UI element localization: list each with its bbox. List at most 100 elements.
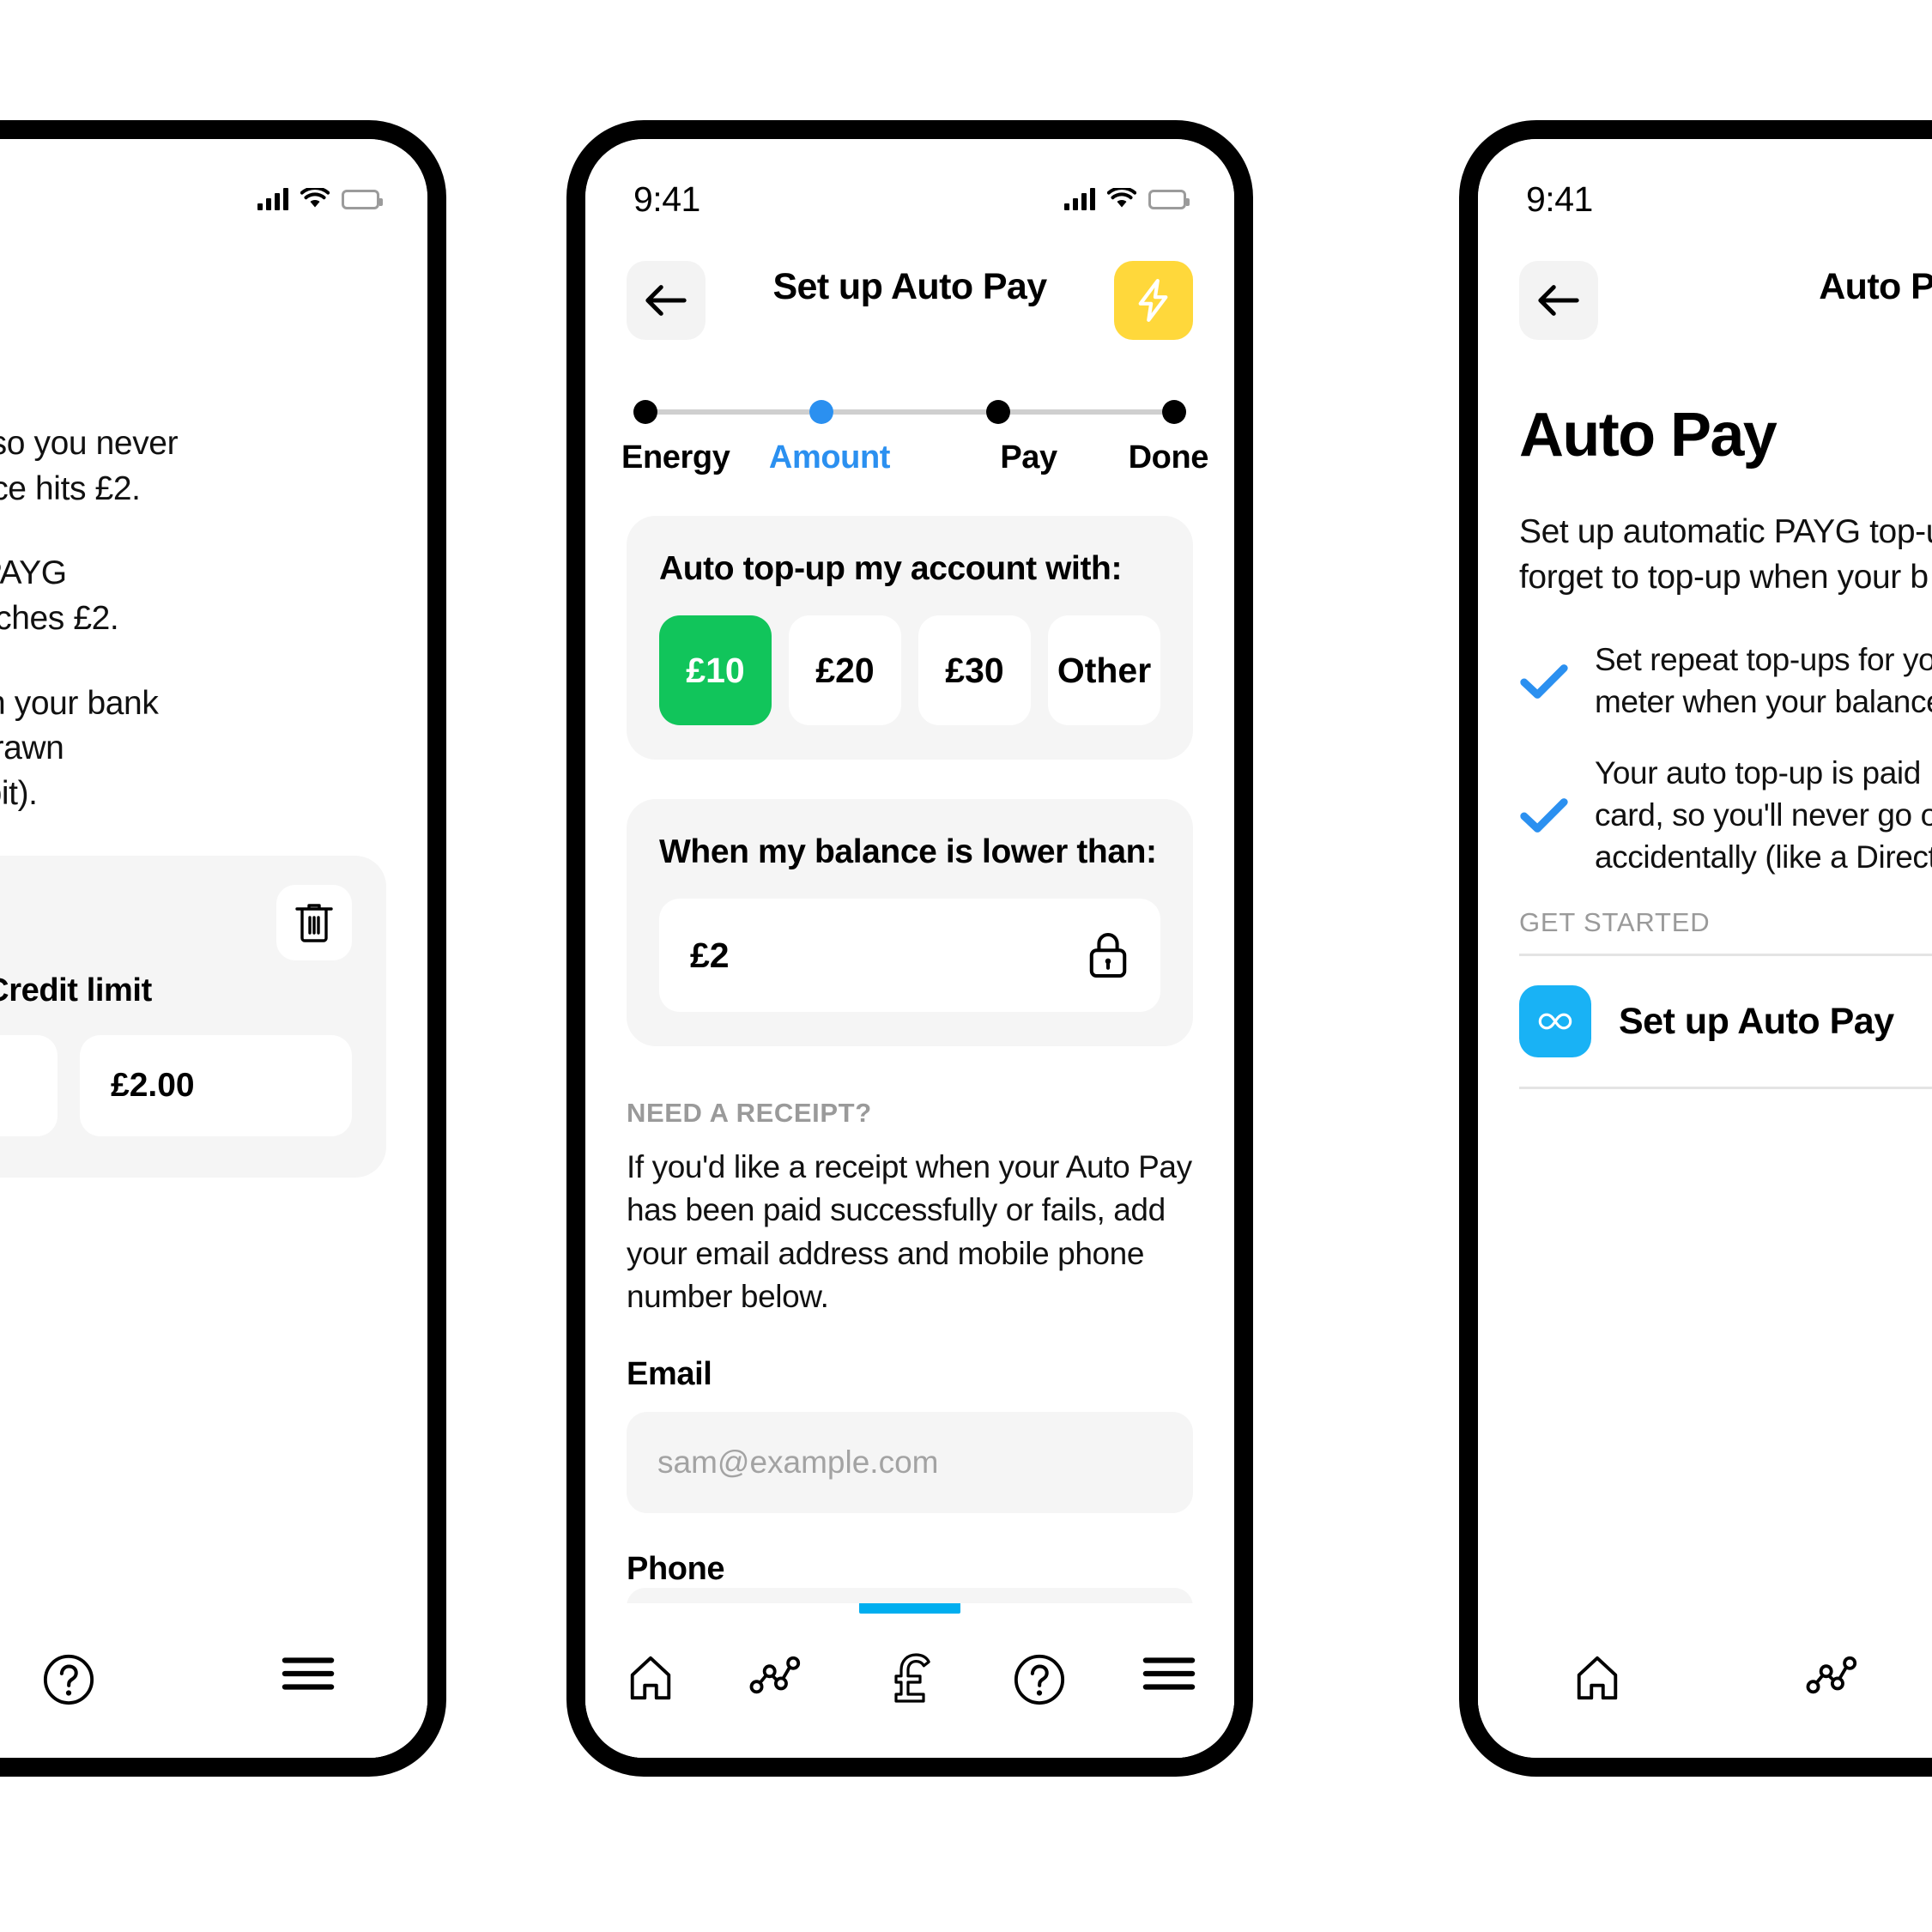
tab-help[interactable] <box>975 1603 1105 1758</box>
step-line-2 <box>833 409 986 415</box>
battery-icon <box>1148 189 1190 209</box>
active-tab-indicator <box>859 1603 960 1614</box>
status-time: 9:41 <box>633 179 700 219</box>
step-dot-pay[interactable] <box>985 400 1010 424</box>
status-bar: 9:41 <box>1478 139 1932 233</box>
back-arrow-icon <box>1538 285 1579 316</box>
phone-left-screen: Auto Pay c PAYG top-ups so you never whe… <box>0 139 427 1758</box>
checkmark-icon <box>1520 798 1568 833</box>
pound-icon <box>894 1653 930 1703</box>
list-item: Set repeat top-ups for yo meter when you… <box>1519 639 1932 724</box>
nav-bar: Set up Auto Pay <box>585 233 1234 354</box>
credit-limit-card: Credit limit £2.00 <box>0 856 386 1178</box>
phone-right: 9:41 Auto Pay Auto Pay Set up automatic … <box>1459 120 1932 1777</box>
amount-option-20[interactable]: £20 <box>789 615 901 725</box>
topup-amount-panel: Auto top-up my account with: £10 £20 £30… <box>627 516 1193 760</box>
tab-usage[interactable] <box>1717 1603 1932 1758</box>
credit-limit-fields: £2.00 <box>0 1035 352 1137</box>
left-content: c PAYG top-ups so you never when your ba… <box>0 336 427 1178</box>
threshold-field[interactable]: £2 <box>659 899 1160 1012</box>
checkmark-icon <box>1520 664 1568 700</box>
stepper-dots <box>633 400 1186 424</box>
threshold-panel: When my balance is lower than: £2 <box>627 799 1193 1046</box>
hamburger-menu-icon <box>1143 1657 1196 1690</box>
setup-auto-pay-label: Set up Auto Pay <box>1619 1000 1894 1042</box>
back-button[interactable] <box>627 261 706 340</box>
boost-button[interactable] <box>1114 261 1193 340</box>
home-icon <box>630 1656 670 1700</box>
battery-icon <box>342 189 383 209</box>
tab-home[interactable] <box>585 1603 715 1758</box>
home-icon <box>1578 1656 1618 1700</box>
lock-icon <box>1089 933 1127 978</box>
credit-limit-label: Credit limit <box>0 972 152 1009</box>
middle-content: Auto top-up my account with: £10 £20 £30… <box>585 516 1234 1709</box>
amount-option-30[interactable]: £30 <box>918 615 1031 725</box>
cellular-signal-icon <box>257 188 288 210</box>
nav-title: Auto Pay <box>1819 265 1932 307</box>
phone-middle-screen: 9:41 Set up Auto Pay Energy Amount Pay D… <box>585 139 1234 1758</box>
step-line-1 <box>657 409 810 415</box>
list-item-text: Set repeat top-ups for yo meter when you… <box>1595 642 1932 720</box>
intro-text: Set up automatic PAYG top-u forget to to… <box>1519 513 1932 596</box>
delete-button[interactable] <box>276 885 352 961</box>
step-label-pay: Pay <box>1000 439 1057 475</box>
amount-option-10[interactable]: £10 <box>659 615 772 725</box>
step-label-done: Done <box>1128 439 1209 475</box>
amount-option-other[interactable]: Other <box>1048 615 1160 725</box>
nav-bar: Auto Pay <box>1478 233 1932 354</box>
tab-help[interactable] <box>0 1603 188 1758</box>
bottom-tab-bar <box>0 1603 427 1758</box>
bottom-tab-bar <box>1478 1603 1932 1758</box>
threshold-value: £2 <box>690 935 730 975</box>
back-button[interactable] <box>1519 261 1598 340</box>
cellular-signal-icon <box>1064 188 1095 210</box>
screenshot-stage: Auto Pay c PAYG top-ups so you never whe… <box>0 0 1932 1932</box>
bottom-tab-bar <box>585 1603 1234 1758</box>
email-input[interactable] <box>627 1412 1193 1514</box>
back-arrow-icon <box>645 285 687 316</box>
tab-pound[interactable] <box>845 1603 974 1758</box>
usage-chart-icon <box>1806 1656 1857 1694</box>
phone-middle: 9:41 Set up Auto Pay Energy Amount Pay D… <box>566 120 1253 1777</box>
tab-menu[interactable] <box>188 1603 427 1758</box>
infinity-icon <box>1519 985 1591 1058</box>
step-dot-energy[interactable] <box>633 400 657 424</box>
step-label-amount: Amount <box>768 439 891 475</box>
tab-usage[interactable] <box>715 1603 845 1758</box>
status-time: 9:41 <box>1526 179 1593 219</box>
paragraph-3: op-up is paid with your bank ll never go… <box>0 684 159 812</box>
step-line-3 <box>1009 409 1162 415</box>
question-circle-icon <box>1014 1654 1065 1705</box>
section-eyebrow: GET STARTED <box>1519 907 1711 938</box>
question-circle-icon <box>43 1654 94 1705</box>
credit-limit-field-partial[interactable] <box>0 1035 58 1137</box>
setup-auto-pay-row[interactable]: Set up Auto Pay <box>1519 956 1932 1090</box>
right-content: Auto Pay Set up automatic PAYG top-u for… <box>1478 354 1932 1090</box>
phone-label: Phone <box>627 1551 725 1588</box>
email-label: Email <box>627 1356 712 1393</box>
credit-limit-value[interactable]: £2.00 <box>80 1035 352 1137</box>
step-dot-done[interactable] <box>1161 400 1186 424</box>
list-item: Your auto top-up is paid card, so you'll… <box>1519 753 1932 878</box>
page-heading: Auto Pay <box>1519 401 1778 469</box>
usage-chart-icon <box>749 1656 800 1694</box>
wifi-icon <box>1107 188 1136 208</box>
phone-right-screen: 9:41 Auto Pay Auto Pay Set up automatic … <box>1478 139 1932 1758</box>
tab-menu[interactable] <box>1105 1603 1234 1758</box>
wifi-icon <box>300 188 330 208</box>
stepper-labels: Energy Amount Pay Done <box>621 439 1208 476</box>
progress-stepper: Energy Amount Pay Done <box>585 354 1234 476</box>
step-dot-amount[interactable] <box>809 400 834 424</box>
status-icons <box>1064 188 1190 210</box>
threshold-title: When my balance is lower than: <box>659 833 1157 870</box>
phone-left: Auto Pay c PAYG top-ups so you never whe… <box>0 120 446 1777</box>
tab-home[interactable] <box>1478 1603 1717 1758</box>
infinity-glyph <box>1538 1014 1572 1030</box>
paragraph-1: c PAYG top-ups so you never when your ba… <box>0 425 179 507</box>
status-bar: 9:41 <box>585 139 1234 233</box>
receipt-eyebrow: NEED A RECEIPT? <box>627 1098 872 1128</box>
step-label-energy: Energy <box>621 439 730 475</box>
status-icons <box>257 188 383 210</box>
receipt-description: If you'd like a receipt when your Auto P… <box>627 1149 1192 1314</box>
